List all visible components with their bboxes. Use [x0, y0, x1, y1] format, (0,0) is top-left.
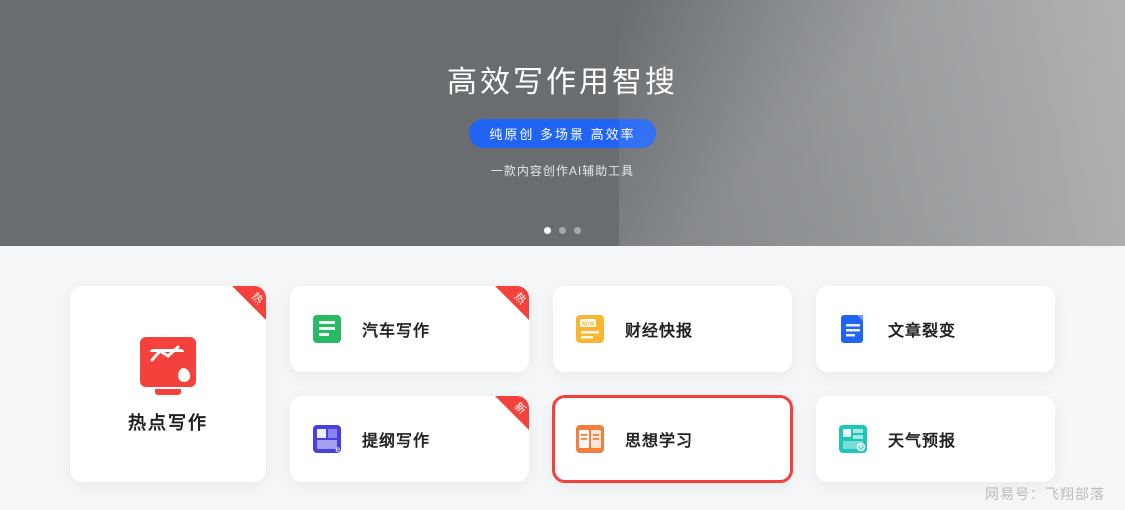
card-label: 汽车写作 — [362, 317, 430, 341]
document-icon — [836, 312, 870, 346]
svg-text:NEW: NEW — [582, 322, 596, 328]
news-badge-icon: NEW — [573, 312, 607, 346]
hero-subtitle: 一款内容创作AI辅助工具 — [491, 162, 634, 179]
card-label: 提纲写作 — [362, 427, 430, 451]
card-article-split[interactable]: 文章裂变 — [816, 286, 1055, 372]
carousel-dots[interactable] — [544, 227, 581, 234]
small-card-grid: 热 汽车写作 NEW 财经快报 文章裂变 新 e 提纲写作 — [290, 286, 1055, 482]
card-label: 思想学习 — [625, 427, 693, 451]
card-finance-news[interactable]: NEW 财经快报 — [553, 286, 792, 372]
card-car-writing[interactable]: 热 汽车写作 — [290, 286, 529, 372]
open-book-icon — [573, 422, 607, 456]
notebook-icon — [310, 312, 344, 346]
svg-text:e: e — [336, 445, 341, 454]
carousel-dot[interactable] — [559, 227, 566, 234]
hero-pill: 纯原创 多场景 高效率 — [469, 119, 655, 148]
dashboard-icon — [836, 422, 870, 456]
featured-card-hot-writing[interactable]: 热 热点写作 — [70, 286, 266, 482]
card-label: 文章裂变 — [888, 317, 956, 341]
card-label: 天气预报 — [888, 427, 956, 451]
category-grid: 热 热点写作 热 汽车写作 NEW 财经快报 文章裂变 — [0, 246, 1125, 482]
watermark-text: 网易号：飞翔部落 — [985, 484, 1105, 504]
card-label: 财经快报 — [625, 317, 693, 341]
card-weather-forecast[interactable]: 天气预报 — [816, 396, 1055, 482]
hero-title: 高效写作用智搜 — [447, 57, 678, 101]
carousel-dot[interactable] — [574, 227, 581, 234]
flame-icon — [177, 367, 191, 383]
layout-grid-icon: e — [310, 422, 344, 456]
card-outline-writing[interactable]: 新 e 提纲写作 — [290, 396, 529, 482]
featured-label: 热点写作 — [128, 409, 208, 435]
carousel-dot[interactable] — [544, 227, 551, 234]
hero-banner: 高效写作用智搜 纯原创 多场景 高效率 一款内容创作AI辅助工具 — [0, 0, 1125, 246]
monitor-chart-icon — [140, 337, 196, 387]
card-thought-study[interactable]: 思想学习 — [553, 396, 792, 482]
